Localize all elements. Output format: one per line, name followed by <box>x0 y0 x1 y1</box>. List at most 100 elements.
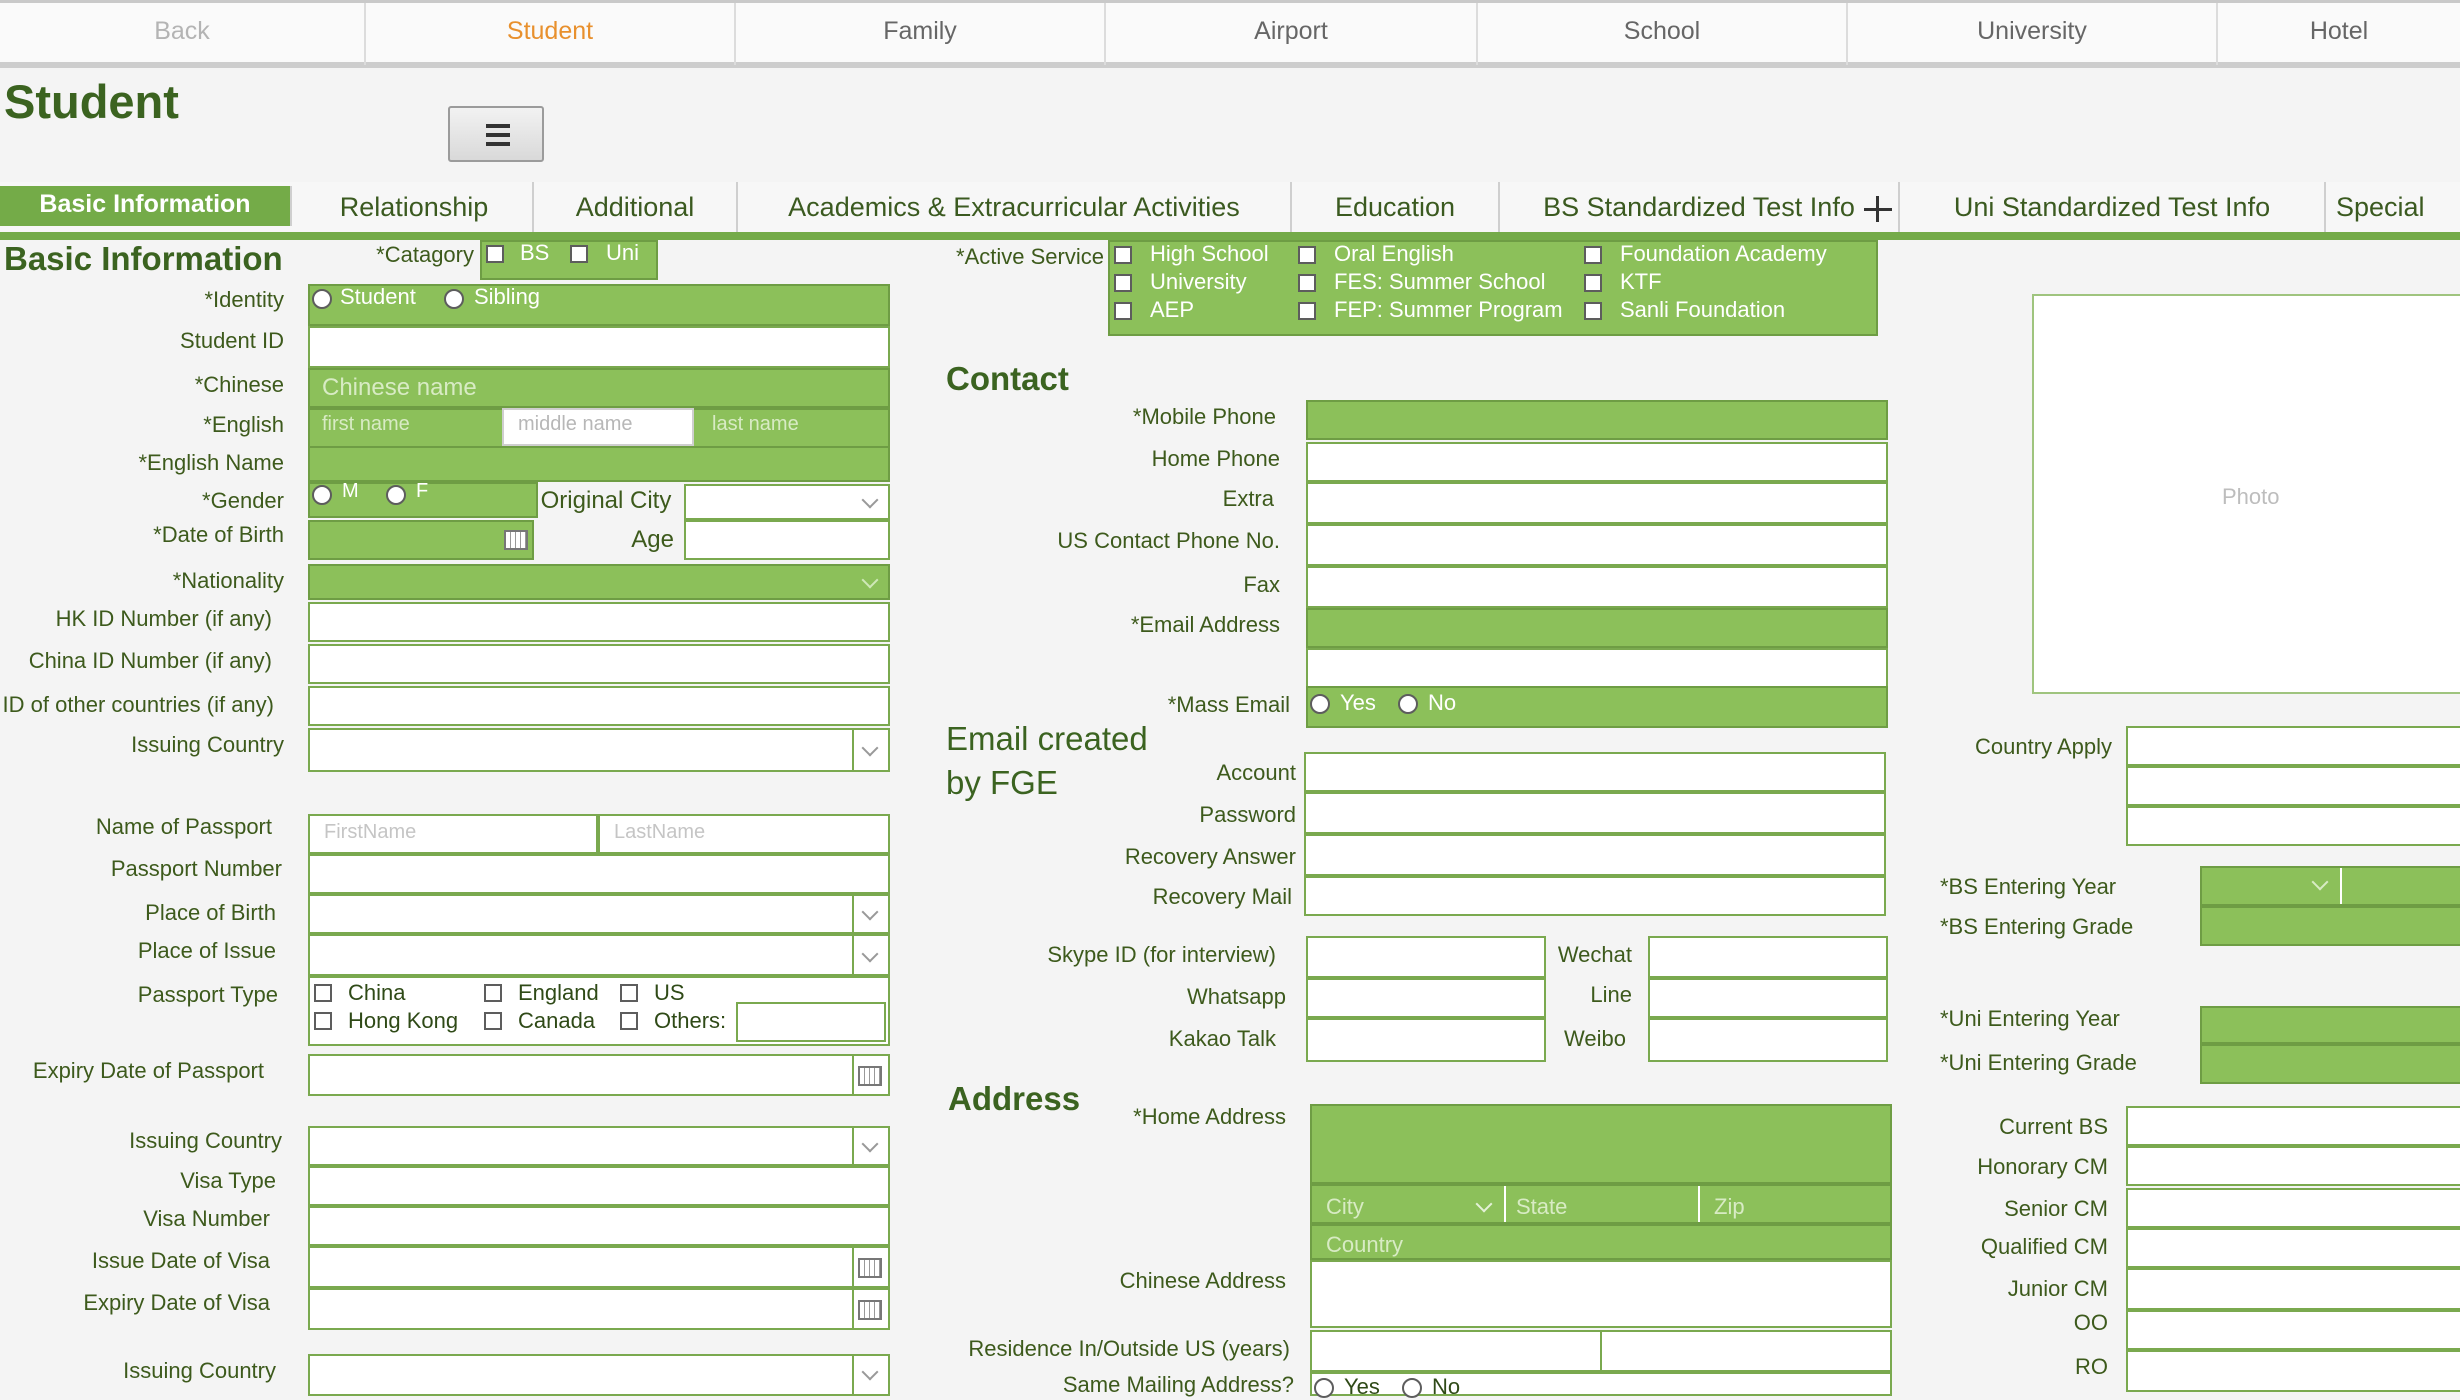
student-id-input[interactable] <box>308 326 890 368</box>
visa-number-input[interactable] <box>308 1206 890 1246</box>
gender-m-radio[interactable] <box>312 485 332 505</box>
mobile-phone-input[interactable] <box>1306 400 1888 440</box>
passport-others-checkbox[interactable] <box>620 1012 638 1030</box>
nationality-select[interactable] <box>308 564 890 600</box>
recovery-mail-input[interactable] <box>1304 876 1886 916</box>
calendar-icon[interactable] <box>504 530 528 550</box>
service-foundation-academy-checkbox[interactable] <box>1584 246 1602 264</box>
passport-others-input[interactable] <box>736 1002 886 1042</box>
skype-input[interactable] <box>1306 936 1546 978</box>
country-apply-input-3[interactable] <box>2126 806 2460 846</box>
whatsapp-input[interactable] <box>1306 978 1546 1018</box>
password-input[interactable] <box>1304 792 1886 834</box>
service-fes-checkbox[interactable] <box>1298 274 1316 292</box>
category-bs-checkbox[interactable] <box>486 245 504 263</box>
country-apply-input-2[interactable] <box>2126 766 2460 806</box>
country-apply-input-1[interactable] <box>2126 726 2460 766</box>
recovery-answer-input[interactable] <box>1304 834 1886 876</box>
uni-entering-year-select[interactable] <box>2200 1006 2460 1044</box>
nav-student[interactable]: Student <box>366 3 736 65</box>
same-mailing-no-radio[interactable] <box>1402 1378 1422 1398</box>
calendar-icon[interactable] <box>858 1300 882 1320</box>
uni-entering-grade-select[interactable] <box>2200 1044 2460 1084</box>
current-bs-input[interactable] <box>2126 1106 2460 1146</box>
calendar-icon[interactable] <box>858 1258 882 1278</box>
place-issue-select[interactable] <box>308 934 890 976</box>
senior-cm-input[interactable] <box>2126 1188 2460 1228</box>
email-input[interactable] <box>1306 608 1888 648</box>
dob-input[interactable] <box>308 520 534 560</box>
weibo-input[interactable] <box>1648 1018 1888 1062</box>
line-input[interactable] <box>1648 978 1888 1018</box>
ro-input[interactable] <box>2126 1350 2460 1392</box>
kakao-input[interactable] <box>1306 1018 1546 1062</box>
home-address-input[interactable] <box>1310 1104 1892 1184</box>
menu-button[interactable] <box>448 106 544 162</box>
tab-education[interactable]: Education <box>1292 182 1500 232</box>
email-secondary-input[interactable] <box>1306 648 1888 688</box>
mass-email-yes-radio[interactable] <box>1310 694 1330 714</box>
visa-type-input[interactable] <box>308 1166 890 1206</box>
service-high-school-checkbox[interactable] <box>1114 246 1132 264</box>
issuing-country-select[interactable] <box>308 728 890 772</box>
tab-special[interactable]: Special <box>2326 182 2460 232</box>
mass-email-no-radio[interactable] <box>1398 694 1418 714</box>
expiry-visa-input[interactable] <box>308 1288 890 1330</box>
issuing-country-3-select[interactable] <box>308 1354 890 1396</box>
oo-input[interactable] <box>2126 1310 2460 1350</box>
issue-visa-input[interactable] <box>308 1246 890 1288</box>
passport-canada-checkbox[interactable] <box>484 1012 502 1030</box>
passport-hk-checkbox[interactable] <box>314 1012 332 1030</box>
service-oral-english-checkbox[interactable] <box>1298 246 1316 264</box>
issuing-country-2-select[interactable] <box>308 1126 890 1166</box>
nav-school[interactable]: School <box>1478 3 1848 65</box>
chinese-address-input[interactable] <box>1310 1260 1892 1328</box>
account-input[interactable] <box>1304 752 1886 792</box>
same-mailing-yes-radio[interactable] <box>1314 1378 1334 1398</box>
category-uni-checkbox[interactable] <box>570 245 588 263</box>
place-birth-select[interactable] <box>308 894 890 934</box>
residence-years-input-2[interactable] <box>1600 1330 1892 1372</box>
passport-china-checkbox[interactable] <box>314 984 332 1002</box>
expiry-passport-input[interactable] <box>308 1054 890 1096</box>
fax-input[interactable] <box>1306 566 1888 608</box>
identity-sibling-radio[interactable] <box>444 289 464 309</box>
original-city-select[interactable] <box>684 484 890 520</box>
us-phone-input[interactable] <box>1306 524 1888 566</box>
nav-university[interactable]: University <box>1848 3 2218 65</box>
home-phone-input[interactable] <box>1306 442 1888 482</box>
hkid-input[interactable] <box>308 602 890 642</box>
residence-years-input[interactable] <box>1310 1330 1602 1372</box>
otherid-input[interactable] <box>308 686 890 726</box>
tab-uni-test[interactable]: Uni Standardized Test Info <box>1900 182 2326 232</box>
wechat-input[interactable] <box>1648 936 1888 978</box>
service-ktf-checkbox[interactable] <box>1584 274 1602 292</box>
nav-airport[interactable]: Airport <box>1106 3 1478 65</box>
service-sanli-checkbox[interactable] <box>1584 302 1602 320</box>
calendar-icon[interactable] <box>858 1066 882 1086</box>
nav-family[interactable]: Family <box>736 3 1106 65</box>
service-university-checkbox[interactable] <box>1114 274 1132 292</box>
tab-relationship[interactable]: Relationship <box>296 182 534 232</box>
nav-back[interactable]: Back <box>0 3 366 65</box>
english-name-input[interactable] <box>308 446 890 482</box>
nav-hotel[interactable]: Hotel <box>2218 3 2460 65</box>
passport-number-input[interactable] <box>308 854 890 894</box>
junior-cm-input[interactable] <box>2126 1268 2460 1310</box>
tab-bs-test[interactable]: BS Standardized Test Info <box>1500 182 1900 232</box>
bs-entering-year-select[interactable] <box>2200 866 2460 906</box>
passport-us-checkbox[interactable] <box>620 984 638 1002</box>
identity-student-radio[interactable] <box>312 289 332 309</box>
service-fep-checkbox[interactable] <box>1298 302 1316 320</box>
passport-england-checkbox[interactable] <box>484 984 502 1002</box>
extra-input[interactable] <box>1306 482 1888 524</box>
honorary-cm-input[interactable] <box>2126 1146 2460 1186</box>
chinaid-input[interactable] <box>308 644 890 684</box>
age-input[interactable] <box>684 520 890 560</box>
qualified-cm-input[interactable] <box>2126 1228 2460 1268</box>
bs-entering-grade-select[interactable] <box>2200 906 2460 946</box>
tab-basic-information[interactable]: Basic Information <box>0 186 292 226</box>
tab-academics[interactable]: Academics & Extracurricular Activities <box>738 182 1292 232</box>
tab-additional[interactable]: Additional <box>534 182 738 232</box>
service-aep-checkbox[interactable] <box>1114 302 1132 320</box>
